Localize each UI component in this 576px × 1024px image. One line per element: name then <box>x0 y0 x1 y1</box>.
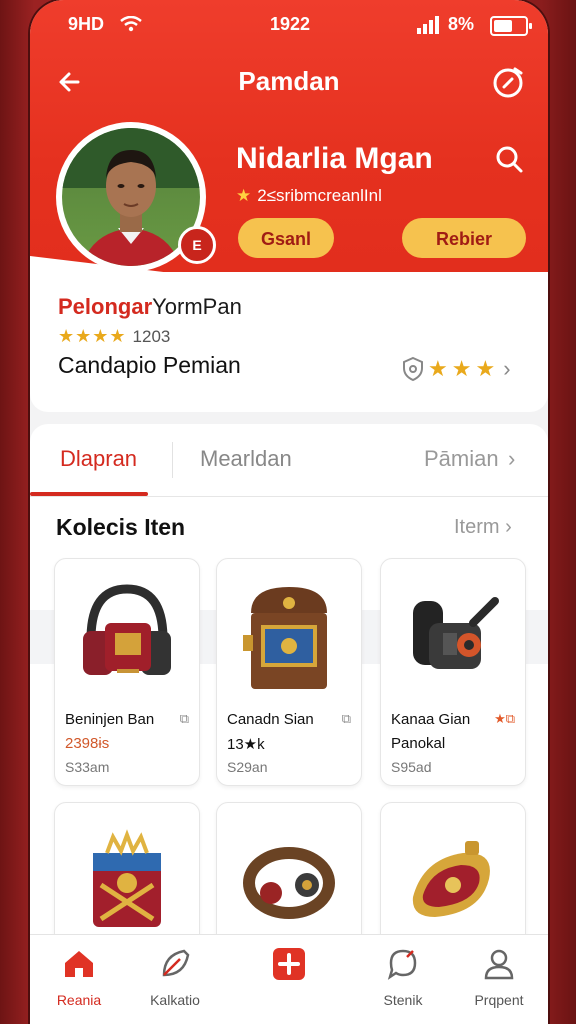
item-card[interactable]: Kanaa Gian ★⧉ Panokal S95ad <box>380 558 526 786</box>
info-rating: ★★★★ 1203 <box>58 326 170 347</box>
user-icon <box>484 949 514 980</box>
battery-icon <box>490 16 532 36</box>
rating-count: 1203 <box>132 327 171 346</box>
section-more-link[interactable]: Iterm › <box>454 516 512 539</box>
chevron-right-icon: › <box>505 516 512 538</box>
star-icon: ★ <box>475 356 496 381</box>
profile-name: Nidarlia Mgan <box>236 142 433 175</box>
item-name-secondary: Panokal <box>391 735 446 752</box>
info-subtitle: Candapio Pemian <box>58 352 241 378</box>
item-stock: S29an <box>227 759 268 775</box>
item-name: Kanaa Gian <box>391 711 471 728</box>
section-more-label: Iterm <box>454 516 500 538</box>
nav-label: Kalkatio <box>150 992 200 1008</box>
feather-icon <box>162 949 190 977</box>
star-tag-icon: ★⧉ <box>494 711 515 726</box>
nav-add[interactable] <box>244 947 334 986</box>
item-price: 2398ɨs <box>65 735 110 752</box>
ring-icon <box>243 847 335 919</box>
chevron-right-icon[interactable]: › <box>508 446 515 472</box>
plus-icon <box>273 948 305 980</box>
shield-icon <box>403 356 423 382</box>
battery-percent: 8% <box>448 14 475 34</box>
info-title-dark: YormPan <box>152 294 242 319</box>
item-card[interactable]: Canadn Sian ⧉ 13★k S29an <box>216 558 362 786</box>
item-stock: S95ad <box>391 759 432 775</box>
item-stock: S33am <box>65 759 110 775</box>
profile-subtitle: ★ 2≤sribmcreanl​Inl <box>236 186 382 206</box>
info-title: PelongarYormPan <box>58 294 242 320</box>
tab-dlapran[interactable]: Dlapran <box>60 446 137 472</box>
bag-icon: ⧉ <box>341 711 351 726</box>
nav-label: Stenik <box>383 992 423 1008</box>
rating-stars: ★★★★ <box>58 326 127 346</box>
headphones-icon <box>83 584 171 675</box>
nav-label: Prqpent <box>474 992 524 1008</box>
star-icon: ★ <box>451 356 472 381</box>
treasure-chest-icon <box>243 587 327 689</box>
chevron-right-icon: › <box>503 356 511 381</box>
chest-box-icon <box>93 829 161 927</box>
page-title: Pamdan <box>238 66 340 96</box>
tab-divider <box>172 442 173 478</box>
search-icon[interactable] <box>494 144 524 174</box>
nav-profile[interactable]: Prqpent <box>454 947 544 1008</box>
phone-screen: 9HD 1922 8% Pamdan E Nidarlia Mgan ★ 2≤s… <box>30 0 548 1024</box>
info-badge-row[interactable]: ★ ★ ★ › <box>402 354 511 384</box>
wifi-icon <box>120 16 142 32</box>
profile-subtitle-text: 2≤sribmcreanl​Inl <box>257 186 382 205</box>
level-badge: E <box>178 226 216 264</box>
tab-pamian[interactable]: Pāmian <box>424 446 499 472</box>
chat-icon <box>387 949 417 980</box>
nav-home[interactable]: Reania <box>34 947 124 1008</box>
nav-stenik[interactable]: Stenik <box>358 947 448 1008</box>
status-bar: 9HD 1922 8% <box>30 12 548 40</box>
nav-label: Reania <box>56 992 102 1008</box>
star-icon: ★ <box>428 356 448 381</box>
camera-headset-icon <box>413 597 499 669</box>
item-card[interactable]: Beninjen Ban ⧉ 2398ɨs S33am <box>54 558 200 786</box>
tab-bar: Dlapran Mearldan Pāmian › <box>30 424 548 497</box>
primary-action-button[interactable]: Gsanl <box>238 218 334 258</box>
info-title-red: Pelongar <box>58 294 153 319</box>
compass-icon[interactable] <box>490 64 526 100</box>
carrier-text: 9HD <box>68 14 105 34</box>
nav-kalkatio[interactable]: Kalkatio <box>130 947 220 1008</box>
section-title: Kolecis Iten <box>56 514 186 540</box>
amulet-icon <box>412 841 490 917</box>
status-time: 1922 <box>270 14 311 34</box>
secondary-action-button[interactable]: Rebier <box>402 218 526 258</box>
signal-icon <box>417 16 439 34</box>
tab-mearldan[interactable]: Mearldan <box>200 446 292 472</box>
item-name: Beninjen Ban <box>65 711 155 728</box>
bottom-navigation: Reania Kalkatio Stenik Prqpent <box>30 934 548 1024</box>
star-icon: ★ <box>236 186 252 205</box>
item-name: Canadn Sian <box>227 711 314 728</box>
home-icon <box>65 951 93 977</box>
active-tab-indicator <box>30 492 148 496</box>
bag-icon: ⧉ <box>179 711 189 726</box>
item-price: 13★k <box>227 736 265 753</box>
